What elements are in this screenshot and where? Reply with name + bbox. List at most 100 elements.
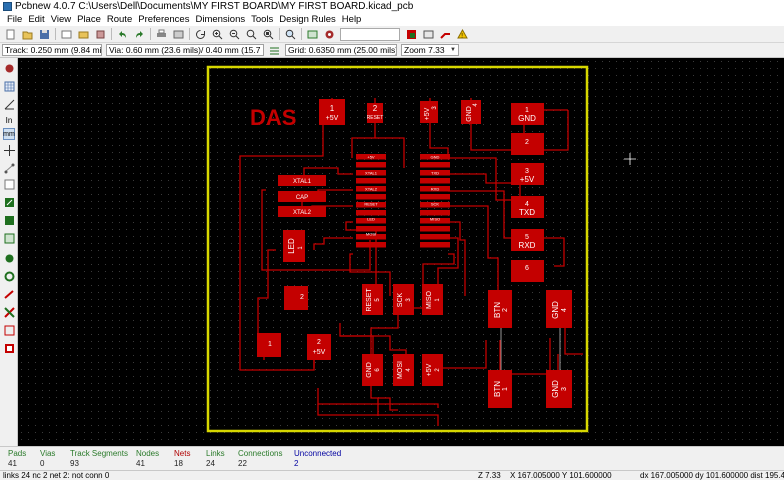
ic-right-pad[interactable] <box>420 178 450 184</box>
ic-right-pad[interactable] <box>420 242 450 248</box>
ic-right-label: GND <box>431 155 440 160</box>
ic-right-label: MISO <box>430 217 440 222</box>
zone-fill-display-icon[interactable] <box>3 214 15 226</box>
ic-left-pad[interactable] <box>356 178 386 184</box>
microwave-toolbar-icon[interactable] <box>3 324 15 336</box>
layer-selector-box[interactable] <box>340 27 400 41</box>
status-xy: X 167.005000 Y 101.600000 <box>510 471 612 480</box>
zoom-select[interactable]: Zoom 7.33 ▼ <box>401 44 459 56</box>
high-contrast-icon[interactable] <box>3 306 15 318</box>
ratsnest-lines <box>500 324 561 378</box>
btn-b-label: BTN <box>493 381 502 397</box>
conn-pad-2-num: 2 <box>525 139 529 146</box>
menu-file[interactable]: File <box>4 14 25 25</box>
script-icon[interactable]: ! <box>456 28 468 40</box>
save-board-icon[interactable] <box>38 28 50 40</box>
open-board-icon[interactable] <box>21 28 33 40</box>
msg-links: Links 24 <box>206 449 225 469</box>
units-inch-icon[interactable]: In <box>3 114 15 126</box>
msg-unconnected-value: 2 <box>294 459 299 468</box>
pad-5v-left[interactable] <box>307 334 331 360</box>
zone-outline-display-icon[interactable] <box>3 232 15 244</box>
redo-icon[interactable] <box>133 28 145 40</box>
show-module-ratsnest-icon[interactable] <box>3 178 15 190</box>
cursor-crosshair-icon <box>624 153 636 165</box>
ic-right-pad[interactable] <box>420 210 450 216</box>
polar-coords-icon[interactable] <box>3 98 15 110</box>
track-sketch-icon[interactable] <box>3 288 15 300</box>
pcb-canvas[interactable]: DAS 1 +5V 2 RESET +5V 3 GND 4 1 GND 2 3 … <box>18 58 784 446</box>
ic-left-pad[interactable] <box>356 194 386 200</box>
pad-1-left-num: 1 <box>268 341 272 348</box>
menu-view[interactable]: View <box>48 14 74 25</box>
msg-unconnected: Unconnected 2 <box>294 449 341 469</box>
pad-sketch-icon[interactable] <box>3 252 15 264</box>
menu-help[interactable]: Help <box>339 14 365 25</box>
mode-track-icon[interactable] <box>439 28 451 40</box>
gnd-a-label: GND <box>551 301 560 319</box>
menu-route[interactable]: Route <box>104 14 135 25</box>
led-d1: LED 1 <box>283 230 305 262</box>
menu-design-rules[interactable]: Design Rules <box>276 14 339 25</box>
xtal1-label: XTAL1 <box>293 179 312 185</box>
new-board-icon[interactable] <box>4 28 16 40</box>
module-editor-icon[interactable] <box>94 28 106 40</box>
plot-icon[interactable] <box>172 28 184 40</box>
ic-left-label: MOSI <box>366 232 376 237</box>
undo-icon[interactable] <box>116 28 128 40</box>
mode-footprint-icon[interactable] <box>422 28 434 40</box>
find-icon[interactable] <box>284 28 296 40</box>
pcb-drawing: DAS 1 +5V 2 RESET +5V 3 GND 4 1 GND 2 3 … <box>206 65 636 433</box>
cursor-shape-icon[interactable] <box>3 144 15 156</box>
connector-j2: 1 GND 2 3 +5V 4 TXD 5 RXD 6 <box>511 103 544 282</box>
ic-right-pad[interactable] <box>420 226 450 232</box>
conn-pad-6-num: 6 <box>525 265 529 272</box>
via-sketch-icon[interactable] <box>3 270 15 282</box>
message-panel: Pads 41 Vias 0 Track Segments 93 Nodes 41 Ne… <box>0 446 784 470</box>
print-icon[interactable] <box>155 28 167 40</box>
auto-delete-track-icon[interactable] <box>3 196 15 208</box>
conn-pad-1-num: 1 <box>525 107 529 114</box>
netlist-icon[interactable] <box>306 28 318 40</box>
via-size-select[interactable]: Via: 0.60 mm (23.6 mils)/ 0.40 mm (15.7 … <box>106 44 264 56</box>
grid-toggle-icon[interactable] <box>3 80 15 92</box>
ic-right-pad[interactable] <box>420 162 450 168</box>
library-manager-icon[interactable] <box>77 28 89 40</box>
menu-place[interactable]: Place <box>74 14 104 25</box>
ic-right-label: RXD <box>431 187 440 192</box>
btn-a-num: 2 <box>502 308 509 312</box>
menu-dimensions[interactable]: Dimensions <box>192 14 248 25</box>
menu-preferences[interactable]: Preferences <box>135 14 192 25</box>
auto-track-width-icon[interactable] <box>268 44 280 56</box>
v5-b-label: +5V <box>426 363 433 376</box>
pad-2-left[interactable] <box>284 286 308 310</box>
menu-edit[interactable]: Edit <box>25 14 47 25</box>
left-options-toolbar: In mm <box>0 58 18 446</box>
zoom-out-icon[interactable] <box>228 28 240 40</box>
conn-pad-4-label: TXD <box>519 208 535 217</box>
units-mm-icon[interactable]: mm <box>3 128 15 140</box>
ic-right-pad[interactable] <box>420 234 450 240</box>
zoom-fit-icon[interactable] <box>245 28 257 40</box>
msg-track-segments-label: Track Segments <box>70 449 128 458</box>
show-ratsnest-icon[interactable] <box>3 162 15 174</box>
page-settings-icon[interactable] <box>60 28 72 40</box>
zoom-in-icon[interactable] <box>211 28 223 40</box>
header-pad-4-label: GND <box>466 106 473 122</box>
track-width-select[interactable]: Track: 0.250 mm (9.84 mils) *▼ <box>2 44 102 56</box>
zoom-redraw-icon[interactable] <box>194 28 206 40</box>
grid-size-select[interactable]: Grid: 0.6350 mm (25.00 mils)▼ <box>285 44 397 56</box>
layer-pair-icon[interactable] <box>405 28 417 40</box>
menu-tools[interactable]: Tools <box>248 14 276 25</box>
layers-manager-icon[interactable] <box>3 342 15 354</box>
drc-icon[interactable] <box>323 28 335 40</box>
msg-pads-label: Pads <box>8 449 27 458</box>
ic-right-label: SCK <box>431 202 440 207</box>
ic-right-pad[interactable] <box>420 194 450 200</box>
ic-left-pad[interactable] <box>356 242 386 248</box>
zoom-selection-icon[interactable] <box>262 28 274 40</box>
drc-off-icon[interactable] <box>3 62 15 74</box>
header-pad-1-num: 1 <box>330 104 335 113</box>
ic-left-pad[interactable] <box>356 162 386 168</box>
ic-left-pad[interactable] <box>356 210 386 216</box>
